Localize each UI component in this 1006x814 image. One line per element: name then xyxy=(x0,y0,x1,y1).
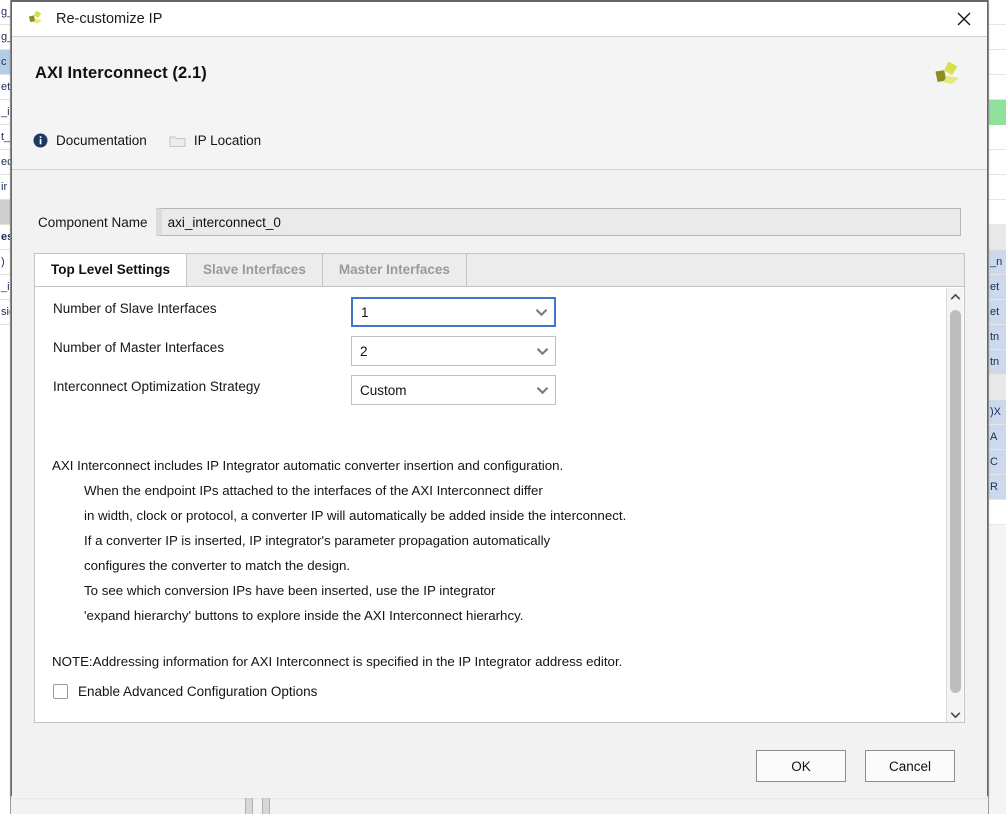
close-icon[interactable] xyxy=(941,2,987,36)
dialog-footer: OK Cancel xyxy=(12,736,987,798)
checkbox-box xyxy=(53,684,68,699)
background-divider xyxy=(245,796,253,814)
advanced-config-label: Enable Advanced Configuration Options xyxy=(78,684,318,699)
dialog-titlebar: Re-customize IP xyxy=(12,2,987,37)
chevron-up-icon[interactable] xyxy=(947,288,963,305)
ip-title: AXI Interconnect (2.1) xyxy=(35,64,207,82)
description-line: 'expand hierarchy' buttons to explore in… xyxy=(84,608,524,623)
ok-button[interactable]: OK xyxy=(756,750,846,782)
field-slave-interfaces: Number of Slave Interfaces xyxy=(53,301,217,316)
xilinx-logo-icon xyxy=(26,9,46,29)
optimization-strategy-value: Custom xyxy=(360,382,407,398)
optimization-strategy-dropdown[interactable]: Custom xyxy=(351,375,556,405)
ip-location-link-label: IP Location xyxy=(193,133,262,148)
folder-icon xyxy=(169,134,186,148)
chevron-down-icon xyxy=(528,308,554,317)
chevron-down-icon xyxy=(529,347,555,356)
field-label: Number of Master Interfaces xyxy=(53,340,225,355)
field-master-interfaces: Number of Master Interfaces xyxy=(53,340,224,355)
settings-tab-panel: Top Level Settings Slave Interfaces Mast… xyxy=(34,253,965,723)
documentation-link-label: Documentation xyxy=(56,133,147,148)
chevron-down-icon xyxy=(529,386,555,395)
description-line: If a converter IP is inserted, IP integr… xyxy=(84,533,551,548)
master-interfaces-dropdown[interactable]: 2 xyxy=(351,336,556,366)
background-divider xyxy=(262,796,270,814)
vertical-scrollbar[interactable] xyxy=(946,288,963,722)
component-name-row: Component Name xyxy=(12,208,961,236)
description-line: in width, clock or protocol, a converter… xyxy=(84,508,627,523)
component-name-label: Component Name xyxy=(38,214,148,230)
description-note: NOTE:Addressing information for AXI Inte… xyxy=(52,654,623,669)
tab-strip: Top Level Settings Slave Interfaces Mast… xyxy=(34,253,965,286)
tab-slave-interfaces[interactable]: Slave Interfaces xyxy=(187,254,323,286)
description-intro: AXI Interconnect includes IP Integrator … xyxy=(52,458,564,473)
slave-interfaces-dropdown[interactable]: 1 xyxy=(351,297,556,327)
dialog-title: Re-customize IP xyxy=(56,11,163,27)
description-line: To see which conversion IPs have been in… xyxy=(84,583,496,598)
documentation-link[interactable]: Documentation xyxy=(33,133,147,148)
dialog-body: Component Name Top Level Settings Slave … xyxy=(12,170,987,798)
slave-interfaces-value: 1 xyxy=(361,304,369,320)
re-customize-ip-dialog: Re-customize IP AXI Interconnect (2.1) D… xyxy=(11,0,988,798)
master-interfaces-value: 2 xyxy=(360,343,368,359)
scrollbar-thumb[interactable] xyxy=(950,310,961,693)
field-optimization-strategy: Interconnect Optimization Strategy xyxy=(53,379,260,394)
background-right-panel: _n et et tn tn )X A C R xyxy=(988,0,1006,814)
tab-master-interfaces[interactable]: Master Interfaces xyxy=(323,254,467,286)
cancel-button[interactable]: Cancel xyxy=(865,750,955,782)
component-name-input[interactable] xyxy=(155,208,961,236)
description-line: configures the converter to match the de… xyxy=(84,558,351,573)
xilinx-logo-icon xyxy=(931,59,965,93)
ip-location-link[interactable]: IP Location xyxy=(169,133,261,148)
background-left-panel: g_ g_ c et _i t_ ec ir es ) _i sig xyxy=(0,0,11,814)
dialog-header: AXI Interconnect (2.1) Documentation IP … xyxy=(12,37,987,170)
info-icon xyxy=(33,133,48,148)
tab-top-level-settings[interactable]: Top Level Settings xyxy=(35,254,188,286)
field-label: Number of Slave Interfaces xyxy=(53,301,217,316)
tab-content-panel: Number of Slave Interfaces 1 Number of M… xyxy=(34,286,965,723)
chevron-down-icon[interactable] xyxy=(947,706,963,722)
advanced-config-checkbox[interactable]: Enable Advanced Configuration Options xyxy=(53,684,317,699)
description-line: When the endpoint IPs attached to the in… xyxy=(84,483,543,498)
field-label: Interconnect Optimization Strategy xyxy=(53,379,261,394)
header-linkbar: Documentation IP Location xyxy=(33,133,283,148)
